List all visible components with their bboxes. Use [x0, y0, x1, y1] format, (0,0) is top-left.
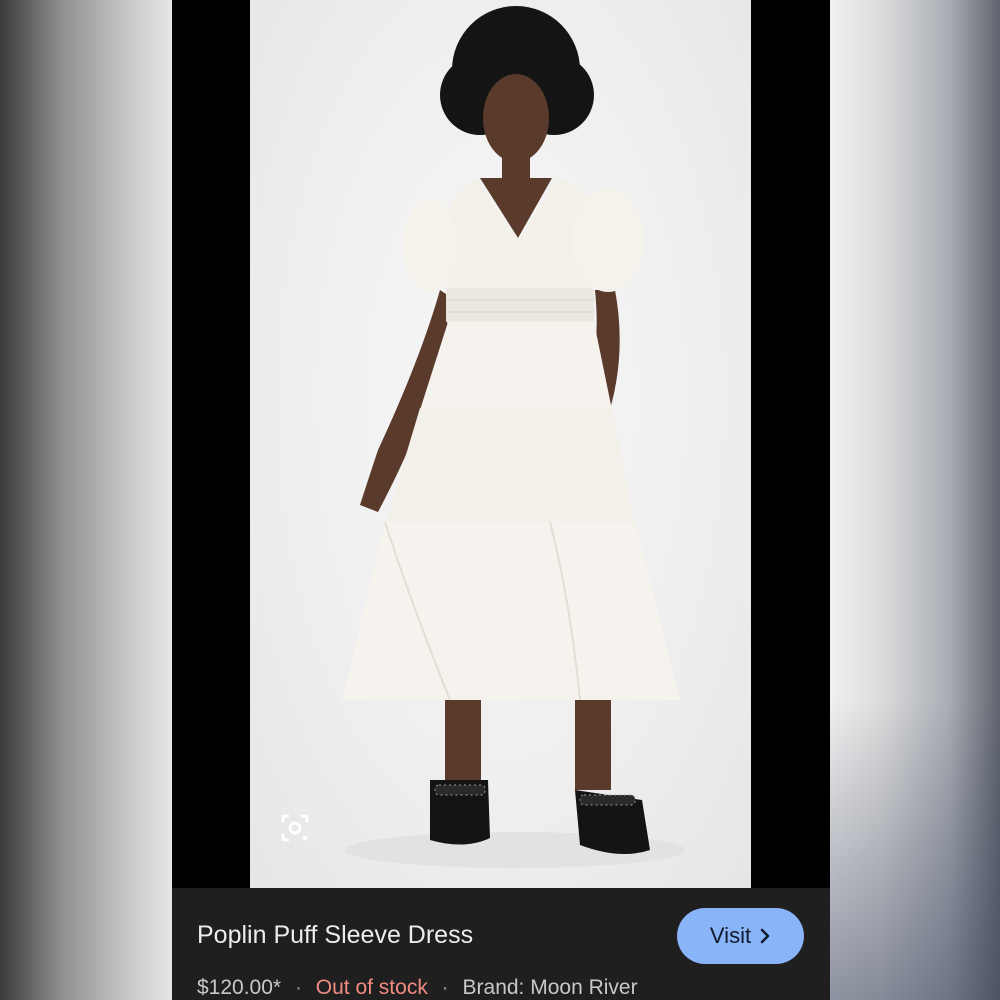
model-illustration	[342, 6, 685, 868]
product-price: $120.00*	[197, 976, 282, 999]
visit-button-label: Visit	[709, 923, 752, 948]
meta-separator: ·	[441, 976, 449, 999]
background-right-shade	[830, 700, 1000, 1000]
product-meta: $120.00* · Out of stock · Brand: Moon Ri…	[197, 976, 638, 1000]
phone-screen: Poplin Puff Sleeve Dress Visit $120.00* …	[172, 0, 830, 1000]
lens-search-icon[interactable]	[280, 813, 326, 859]
product-brand: Brand: Moon River	[462, 976, 638, 999]
stock-status: Out of stock	[315, 976, 428, 999]
background-left	[0, 0, 172, 1000]
product-image[interactable]	[250, 0, 751, 888]
product-title: Poplin Puff Sleeve Dress	[197, 921, 474, 949]
chevron-right-icon	[760, 928, 770, 944]
product-info-panel: Poplin Puff Sleeve Dress Visit $120.00* …	[172, 888, 830, 1000]
meta-separator: ·	[294, 976, 302, 999]
visit-button[interactable]: Visit	[677, 908, 804, 964]
